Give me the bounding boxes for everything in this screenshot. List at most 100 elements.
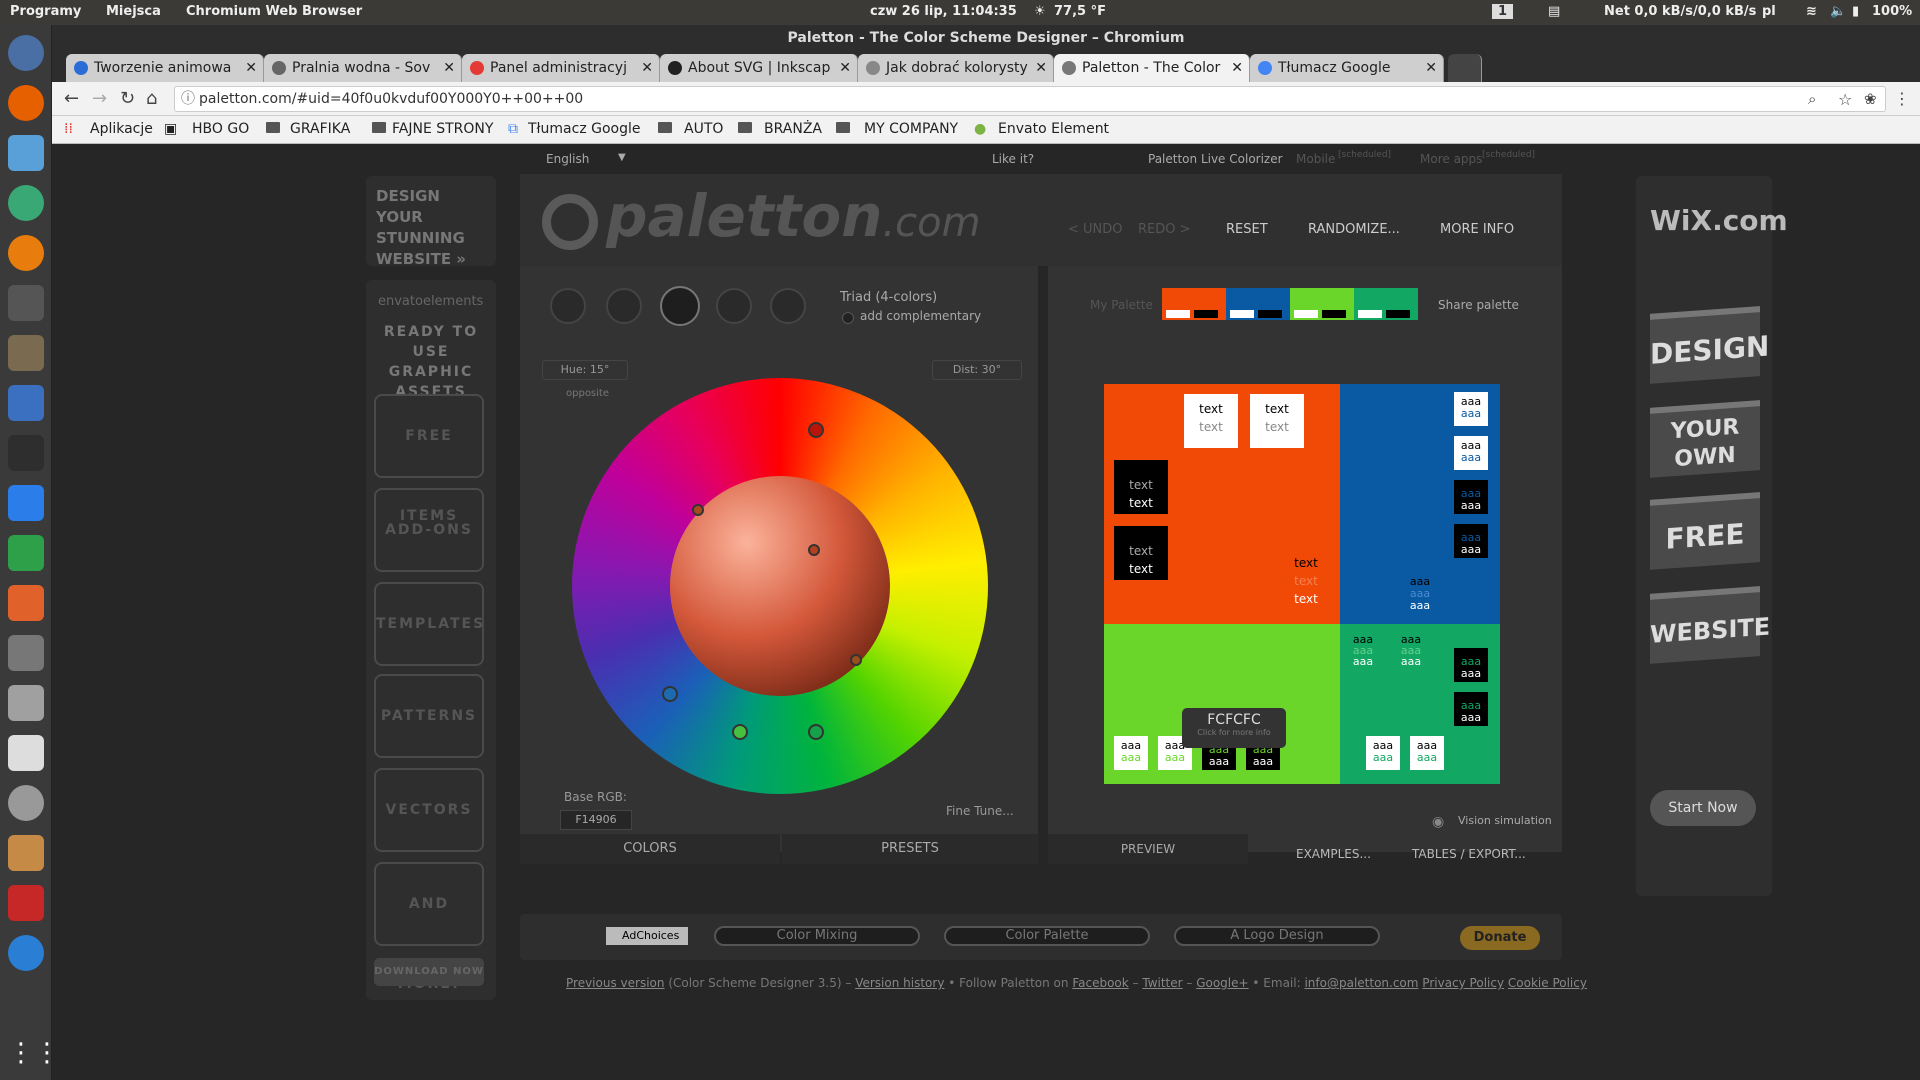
tab-7[interactable]: Tłumacz Google ✕ (1250, 54, 1444, 82)
tab-6-active[interactable]: Paletton - The Color ✕ (1054, 54, 1250, 82)
writer-icon[interactable] (8, 485, 44, 521)
close-icon[interactable]: ✕ (839, 54, 851, 82)
close-icon[interactable]: ✕ (443, 54, 455, 82)
start-now-button[interactable]: Start Now (1650, 790, 1756, 826)
vision-simulation-select[interactable]: Vision simulation (1458, 814, 1552, 827)
triad-scheme-icon[interactable] (660, 286, 700, 326)
reset-button[interactable]: RESET (1226, 222, 1268, 237)
color-mixing-link[interactable]: Color Mixing (714, 926, 920, 946)
preview-tab[interactable]: PREVIEW (1048, 834, 1248, 864)
terminal-icon[interactable] (8, 435, 44, 471)
close-icon[interactable]: ✕ (245, 54, 257, 82)
palette-swatches[interactable] (1162, 288, 1418, 320)
bookmark-grafika[interactable]: GRAFIKA (290, 121, 350, 137)
language-select[interactable]: English (546, 152, 589, 166)
share-palette-button[interactable]: Share palette (1438, 298, 1519, 312)
workspace-indicator[interactable]: 1 (1492, 4, 1514, 19)
handle-shade[interactable] (692, 504, 704, 516)
atom-icon[interactable] (8, 185, 44, 221)
clock[interactable]: czw 26 lip, 11:04:35 (870, 4, 1017, 19)
tab-presets[interactable]: PRESETS (782, 834, 1038, 864)
bookmark-tlumacz[interactable]: Tłumacz Google (528, 121, 641, 137)
download-now-button[interactable]: DOWNLOAD NOW (374, 958, 484, 986)
patterns-button[interactable]: PATTERNS (374, 674, 484, 758)
tab-2[interactable]: Pralnia wodna - Sov ✕ (264, 54, 462, 82)
programs-menu[interactable]: Programy (10, 4, 81, 19)
hue-handle-green[interactable] (732, 724, 748, 740)
like-it-menu[interactable]: Like it? (992, 152, 1034, 166)
adchoices-button[interactable]: AdChoices (606, 927, 688, 945)
color-tooltip[interactable]: FCFCFC Click for more info (1182, 708, 1286, 748)
previous-version-link[interactable]: Previous version (566, 976, 664, 990)
volume-icon[interactable]: 🔈 (1830, 4, 1846, 19)
bookmark-my-company[interactable]: MY COMPANY (864, 121, 958, 137)
add-ons-button[interactable]: ADD-ONS (374, 488, 484, 572)
facebook-link[interactable]: Facebook (1072, 976, 1128, 990)
info-icon[interactable]: ⓘ (181, 87, 195, 111)
gimp-icon[interactable] (8, 335, 44, 371)
tab-colors[interactable]: COLORS (520, 834, 780, 864)
version-history-link[interactable]: Version history (855, 976, 944, 990)
thunderbird-icon[interactable] (8, 935, 44, 971)
donate-button[interactable]: Donate (1460, 926, 1540, 950)
logo-design-link[interactable]: A Logo Design (1174, 926, 1380, 946)
tab-5[interactable]: Jak dobrać kolorysty ✕ (858, 54, 1054, 82)
forward-icon[interactable]: → (92, 88, 107, 109)
opposite-label[interactable]: opposite (566, 388, 609, 399)
bookmark-auto[interactable]: AUTO (684, 121, 723, 137)
tables-export-tab[interactable]: TABLES / EXPORT... (1412, 847, 1526, 861)
bookmark-fajne-strony[interactable]: FAJNE STRONY (392, 121, 493, 137)
templates-button[interactable]: TEMPLATES (374, 582, 484, 666)
bookmark-hbo[interactable]: HBO GO (192, 121, 249, 137)
fine-tune-button[interactable]: Fine Tune... (946, 804, 1014, 818)
new-tab-button[interactable] (1448, 54, 1482, 82)
home-icon[interactable]: ⌂ (146, 88, 157, 109)
reload-icon[interactable]: ↻ (120, 88, 135, 109)
inkscape-icon[interactable] (8, 285, 44, 321)
cookie-link[interactable]: Cookie Policy (1508, 976, 1587, 990)
hue-handle-blue[interactable] (662, 686, 678, 702)
tab-1[interactable]: Tworzenie animowa ✕ (66, 54, 264, 82)
twitter-link[interactable]: Twitter (1142, 976, 1182, 990)
undo-button[interactable]: < UNDO (1068, 222, 1123, 237)
design-ad[interactable]: DESIGN YOUR STUNNING WEBSITE » (366, 176, 496, 268)
google-plus-link[interactable]: Google+ (1196, 976, 1248, 990)
extension-icon[interactable]: ❀ (1864, 90, 1877, 108)
weather[interactable]: 77,5 °F (1054, 4, 1106, 19)
close-icon[interactable]: ✕ (1231, 54, 1243, 82)
bookmark-envato[interactable]: Envato Element (998, 121, 1109, 137)
tab-4[interactable]: About SVG | Inkscap ✕ (660, 54, 858, 82)
free-style-icon[interactable] (770, 288, 806, 324)
vectors-button[interactable]: VECTORS (374, 768, 484, 852)
text-editor-icon[interactable] (8, 735, 44, 771)
free-items-button[interactable]: FREE ITEMS (374, 394, 484, 524)
handle-distance[interactable] (850, 654, 862, 666)
hue-handle-primary[interactable] (808, 422, 824, 438)
color-palette-link[interactable]: Color Palette (944, 926, 1150, 946)
cube-app-icon[interactable] (8, 135, 44, 171)
impress-icon[interactable] (8, 585, 44, 621)
randomize-button[interactable]: RANDOMIZE... (1308, 222, 1400, 237)
places-menu[interactable]: Miejsca (106, 4, 161, 19)
base-rgb-input[interactable]: F14906 (560, 810, 632, 830)
wifi-icon[interactable]: ≋ (1806, 4, 1817, 19)
url-field[interactable]: ⓘ paletton.com/#uid=40f0u0kvduf00Y000Y0++… (174, 86, 1886, 112)
star-icon[interactable]: ☆ (1838, 90, 1852, 109)
redo-button[interactable]: REDO > (1138, 222, 1191, 237)
bookmark-branza[interactable]: BRANŻA (764, 121, 822, 137)
add-complementary-toggle[interactable] (842, 312, 854, 324)
archive-icon[interactable] (8, 685, 44, 721)
tab-3[interactable]: Panel administracyj ✕ (462, 54, 660, 82)
zoom-icon[interactable]: ⌕ (1808, 90, 1816, 108)
handle-saturation[interactable] (808, 544, 820, 556)
firefox-icon[interactable] (8, 85, 44, 121)
and-more-button[interactable]: AND MORE! (374, 862, 484, 992)
menu-icon[interactable]: ⋮ (1894, 89, 1910, 108)
close-icon[interactable]: ✕ (1035, 54, 1047, 82)
bookmark-apps[interactable]: Aplikacje (90, 121, 153, 137)
mono-scheme-icon[interactable] (550, 288, 586, 324)
examples-tab[interactable]: EXAMPLES... (1296, 847, 1371, 861)
adjacent-scheme-icon[interactable] (606, 288, 642, 324)
tetrad-scheme-icon[interactable] (716, 288, 752, 324)
privacy-link[interactable]: Privacy Policy (1422, 976, 1504, 990)
